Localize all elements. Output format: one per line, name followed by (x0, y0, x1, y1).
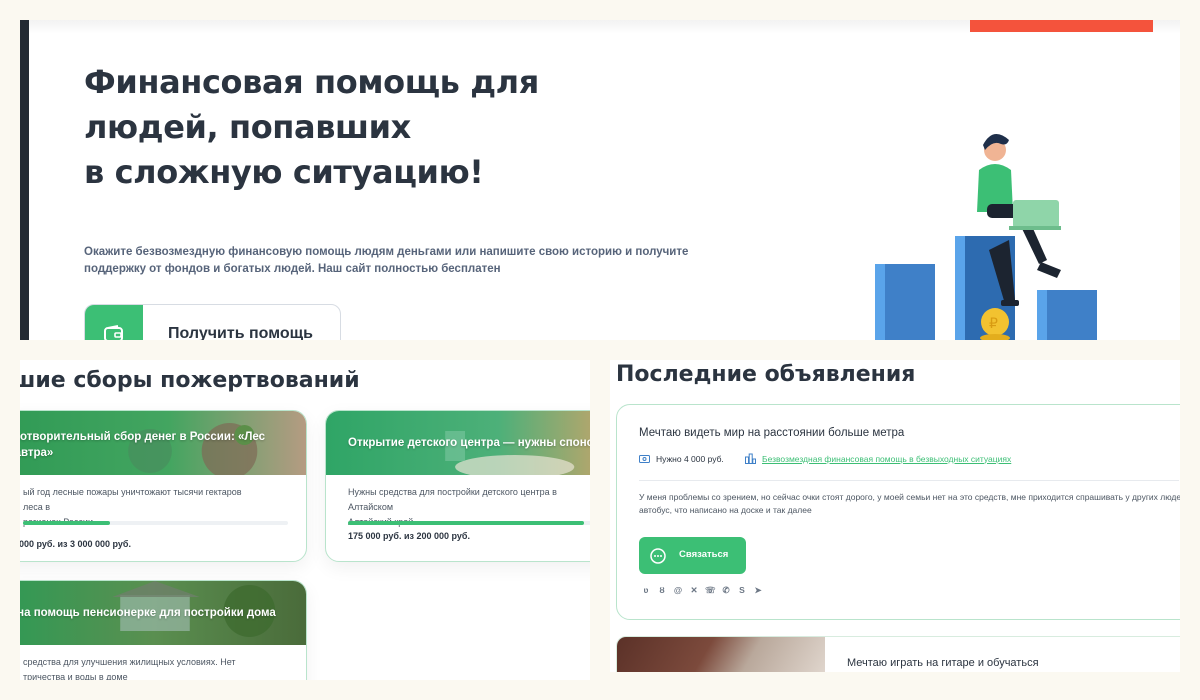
hero-title-line: людей, попавших (84, 108, 411, 146)
hero-left-border (20, 20, 29, 340)
card-description-line: средства для улучшения жилищных условиях… (23, 657, 236, 667)
announcement-title: Мечтаю играть на гитаре и обучаться (847, 657, 1039, 669)
announcement-title: Мечтаю видеть мир на расстоянии больше м… (639, 427, 905, 439)
money-icon (639, 455, 650, 463)
card-description: средства для улучшения жилищных условиях… (23, 655, 263, 680)
get-help-button[interactable]: Получить помощь (84, 304, 341, 340)
category-link[interactable]: Безвозмездная финансовая помощь в безвых… (745, 453, 1011, 464)
chat-icon (650, 548, 666, 564)
hero-illustration: ₽ (875, 134, 1097, 340)
announcement-text-line: автобус, что написано на доске и так дал… (639, 505, 812, 515)
whatsapp-icon[interactable]: ✆ (721, 585, 731, 595)
section-title: шие сборы пожертвований (20, 368, 360, 393)
needed-amount-text: Нужно 4 000 руб. (656, 453, 724, 464)
card-title-line: аготворительный сбор денег в России: «Ле… (20, 431, 266, 443)
progress-fill (23, 521, 111, 525)
moimir-icon[interactable]: @ (673, 585, 683, 595)
wallet-icon-box (85, 305, 143, 340)
card-sum: 000 руб. из 3 000 000 руб. (20, 539, 131, 549)
card-title-line: завтра» (20, 447, 54, 459)
hero-description-line: поддержку от фондов и богатых людей. Наш… (84, 263, 501, 275)
announcement-text: У меня проблемы со зрением, но сейчас оч… (639, 491, 1180, 517)
viber-icon[interactable]: ☏ (705, 585, 716, 595)
card-description-line: тричества и воды в доме (23, 672, 128, 680)
telegram-icon[interactable]: ➤ (753, 585, 763, 595)
fundraiser-card[interactable]: жна помощь пенсионерке для постройки дом… (20, 580, 307, 680)
hero-title-line: в сложную ситуацию! (84, 153, 484, 191)
fundraiser-card[interactable]: Открытие детского центра — нужны спонс Н… (325, 410, 590, 562)
laptop-icon (1013, 200, 1059, 228)
wallet-icon (104, 325, 123, 340)
fundraisers-section: шие сборы пожертвований аготворительный … (20, 360, 590, 680)
contact-button-label: Связаться (679, 549, 729, 560)
announcement-card[interactable]: Мечтаю играть на гитаре и обучаться (616, 636, 1180, 672)
card-title: аготворительный сбор денег в России: «Ле… (20, 429, 299, 461)
hero-title-line: Финансовая помощь для (84, 63, 539, 101)
header-red-button[interactable] (970, 20, 1153, 32)
card-description-line: Нужны средства для постройки детского це… (348, 487, 557, 512)
contact-button[interactable]: Связаться (639, 537, 746, 574)
divider (639, 480, 1179, 481)
announcements-section: Последние объявления Мечтаю видеть мир н… (610, 360, 1180, 672)
announcement-card[interactable]: Мечтаю видеть мир на расстоянии больше м… (616, 404, 1180, 620)
guitar-image (617, 637, 825, 672)
x-icon[interactable]: ✕ (689, 585, 699, 595)
hero-description: Окажите безвозмездную финансовую помощь … (84, 244, 724, 278)
card-title: Открытие детского центра — нужны спонс (348, 437, 590, 449)
progress-bar (23, 521, 288, 525)
category-link-text[interactable]: Безвозмездная финансовая помощь в безвых… (762, 454, 1011, 464)
progress-fill (348, 521, 585, 525)
card-description-line: ый год лесные пожары уничтожают тысячи г… (23, 487, 242, 512)
svg-text:₽: ₽ (989, 316, 998, 332)
share-icons: ʋ ȣ @ ✕ ☏ ✆ S ➤ (641, 585, 763, 595)
get-help-label: Получить помощь (168, 325, 313, 340)
card-title: жна помощь пенсионерке для постройки дом… (20, 607, 276, 619)
hero-description-line: Окажите безвозмездную финансовую помощь … (84, 246, 689, 258)
category-icon (745, 453, 756, 464)
vk-icon[interactable]: ʋ (641, 585, 651, 595)
fundraiser-card[interactable]: аготворительный сбор денег в России: «Ле… (20, 410, 307, 562)
progress-bar (348, 521, 590, 525)
hero-section: Финансовая помощь для людей, попавших в … (20, 20, 1180, 340)
ok-icon[interactable]: ȣ (657, 585, 667, 595)
announcement-text-line: У меня проблемы со зрением, но сейчас оч… (639, 492, 1180, 502)
section-title: Последние объявления (616, 362, 916, 387)
hero-title: Финансовая помощь для людей, попавших в … (84, 60, 644, 195)
card-sum: 175 000 руб. из 200 000 руб. (348, 531, 470, 541)
needed-amount: Нужно 4 000 руб. (639, 453, 724, 464)
skype-icon[interactable]: S (737, 585, 747, 595)
